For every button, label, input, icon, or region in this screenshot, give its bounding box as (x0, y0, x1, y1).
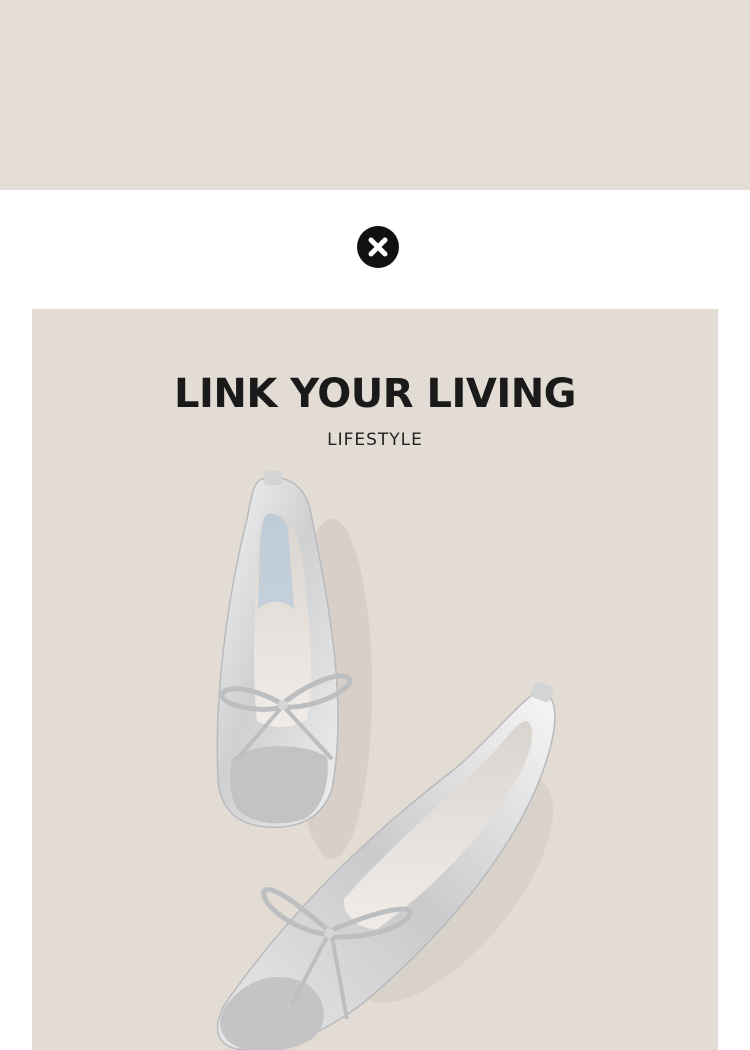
product-image (216, 471, 556, 1050)
product-card: LINK YOUR LIVING LIFESTYLE (32, 309, 718, 1050)
headline: LINK YOUR LIVING (173, 371, 577, 417)
subheadline: LIFESTYLE (327, 430, 423, 450)
close-button[interactable] (357, 226, 399, 268)
top-banner-image (0, 0, 750, 190)
page: LINK YOUR LIVING LIFESTYLE (0, 0, 750, 1050)
close-icon (368, 237, 388, 257)
